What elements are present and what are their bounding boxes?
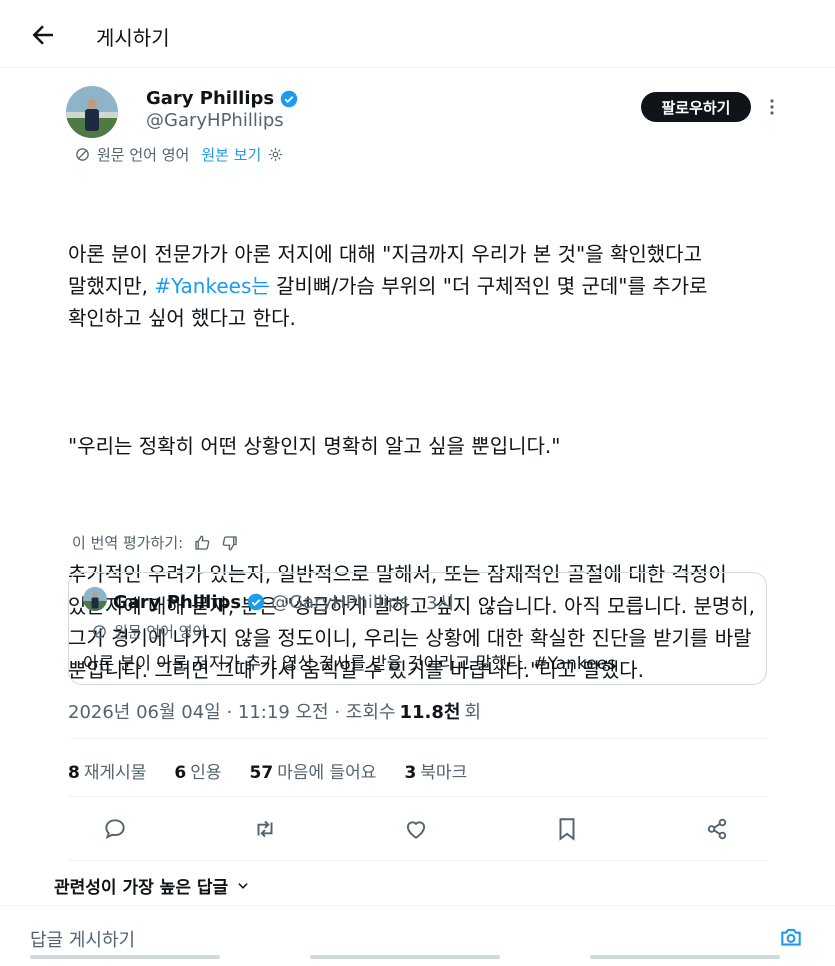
bookmarks-stat[interactable]: 3 북마크 [404,758,467,783]
quoted-source-language-label: 원문 언어 영어 [114,623,207,641]
quoted-tweet-text: 아론 분이 아론 저지가 추가 영상 검사를 받을 것이라고 말했다. #Yan… [83,654,616,674]
camera-icon[interactable] [778,924,804,950]
tweet-meta: 2026년 06월 04일 · 11:19 오전 · 조회수 11.8천 회 [68,698,481,724]
rate-translation-row: 이 번역 평가하기: [72,532,239,553]
reposts-count: 8 [68,763,80,783]
top-bar: 게시하기 [0,0,835,68]
like-heart-icon[interactable] [403,816,429,842]
author-name-row[interactable]: Gary Phillips [146,88,298,109]
avatar[interactable] [66,86,118,138]
hashtag-link[interactable]: #Yankees는 [154,274,269,298]
likes-count: 57 [249,763,274,783]
page-title: 게시하기 [96,26,170,50]
reposts-label: 재게시물 [83,763,147,783]
tweet-datetime: 2026년 06월 04일 · 11:19 오전 · 조회수 [68,702,396,723]
thumbs-up-icon[interactable] [193,534,211,552]
reposts-stat[interactable]: 8 재게시물 [68,758,146,783]
bookmarks-label: 북마크 [420,763,468,783]
likes-label: 마음에 들어요 [277,763,377,783]
repost-icon[interactable] [252,816,278,842]
translate-icon [76,148,89,161]
quoted-header: Gary Phillips @GaryHPhillips · 3시 [113,589,454,615]
scroll-indicator [310,955,500,959]
tweet-paragraph-1: 아론 분이 전문가가 아론 저지에 대해 "지금까지 우리가 본 것"을 확인했… [68,238,768,334]
reply-sort-selector[interactable]: 관련성이 가장 높은 답글 [54,873,250,898]
divider [68,860,767,861]
share-icon[interactable] [704,816,730,842]
quoted-author-name: Gary Phillips [113,591,242,613]
thumbs-down-icon[interactable] [221,534,239,552]
quoted-avatar [83,587,107,611]
show-original-link[interactable]: 원본 보기 [201,144,261,165]
quotes-label: 인용 [190,763,222,783]
bookmark-icon[interactable] [554,816,580,842]
bookmarks-count: 3 [404,763,417,783]
view-count-suffix: 회 [464,702,482,723]
view-count: 11.8천 [399,702,461,723]
scroll-indicator [30,955,220,959]
quoted-timestamp: · 3시 [414,593,455,614]
translation-info-row: 원문 언어 영어 원본 보기 [74,144,284,165]
reply-icon[interactable] [102,816,128,842]
chevron-down-icon [238,882,248,889]
likes-stat[interactable]: 57 마음에 들어요 [250,758,377,783]
source-language-label: 원문 언어 영어 [97,146,190,164]
tweet-paragraph-2: "우리는 정확히 어떤 상황인지 명확히 알고 싶을 뿐입니다." [68,434,561,458]
engagement-stats: 8 재게시물 6 인용 57 마음에 들어요 3 북마크 [68,758,467,783]
more-options-icon[interactable] [766,96,778,118]
quotes-count: 6 [174,763,187,783]
settings-gear-icon[interactable] [267,146,284,163]
scroll-indicator [590,955,780,959]
follow-button[interactable]: 팔로우하기 [641,92,751,122]
divider [68,796,767,797]
quoted-author-handle: @GaryHPhillips [271,591,409,613]
translate-icon [93,625,106,638]
reply-input[interactable]: 답글 게시하기 [30,926,135,952]
verified-badge-icon [247,593,265,611]
verified-badge-icon [280,90,298,107]
quoted-tweet-card[interactable]: Gary Phillips @GaryHPhillips · 3시 원문 언어 … [68,572,767,685]
quotes-stat[interactable]: 6 인용 [174,758,221,783]
rate-translation-label: 이 번역 평가하기: [72,534,184,552]
action-bar [68,812,767,846]
quoted-translation-row: 원문 언어 영어 [91,621,206,642]
author-handle[interactable]: @GaryHPhillips [146,110,284,131]
reply-sort-label: 관련성이 가장 높은 답글 [54,878,229,898]
back-arrow-icon[interactable] [28,20,58,50]
author-name[interactable]: Gary Phillips [146,88,274,109]
divider [68,738,767,739]
